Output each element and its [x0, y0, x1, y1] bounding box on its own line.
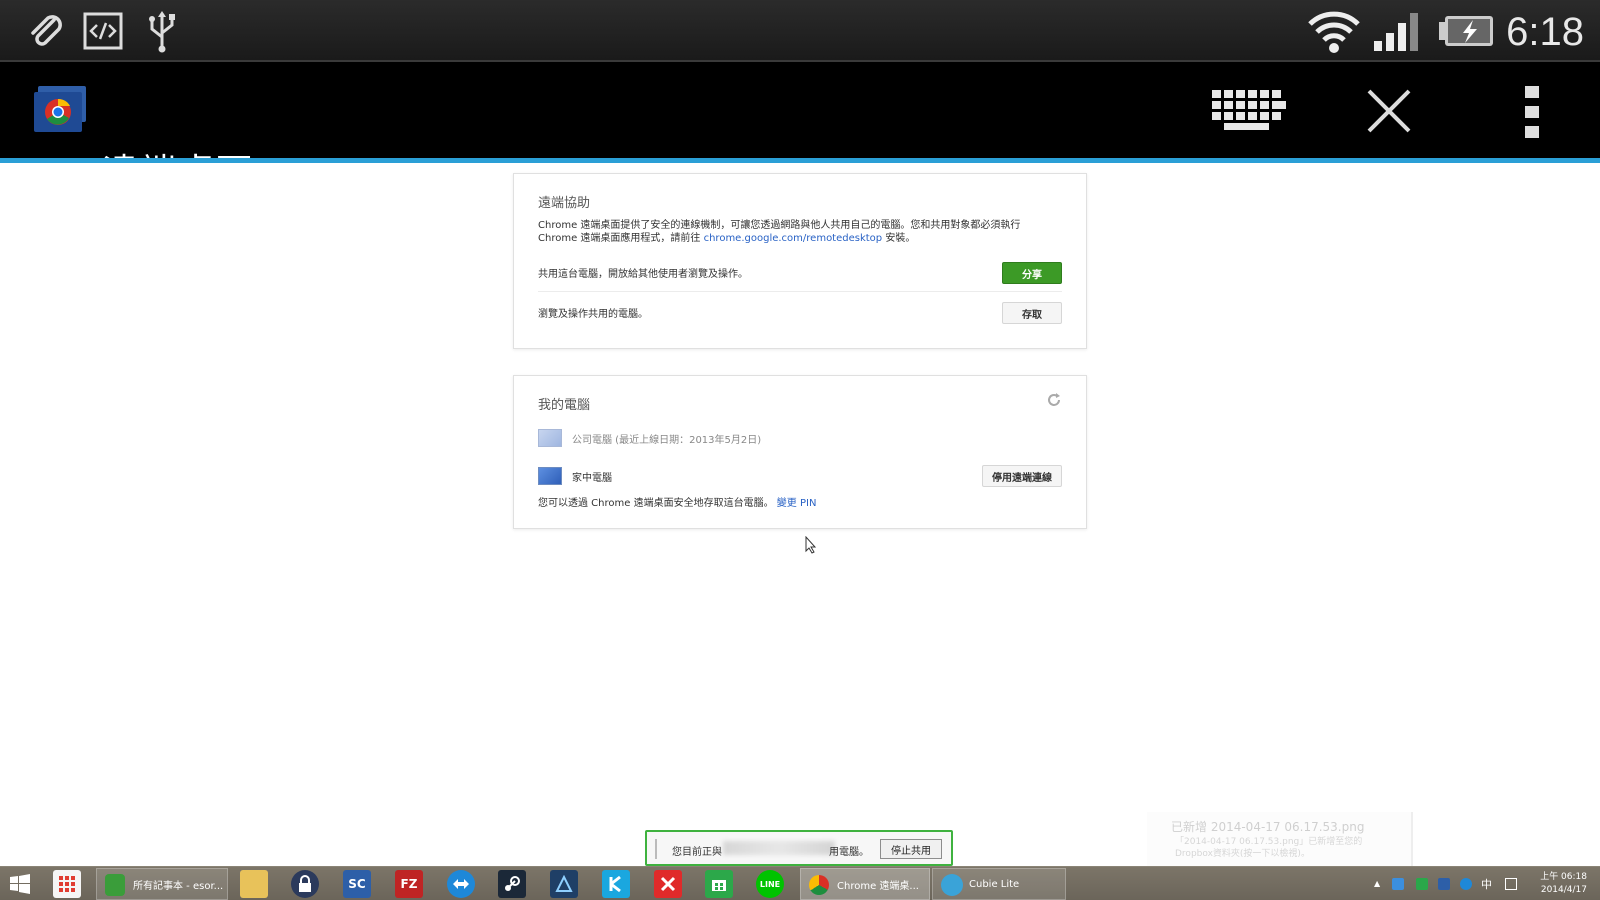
sc-icon[interactable]: SC — [343, 870, 371, 898]
keepass-icon[interactable] — [291, 870, 319, 898]
apps-grid-icon[interactable] — [53, 870, 81, 898]
computer-name-office[interactable]: 公司電腦 (最近上線日期：2013年5月2日) — [572, 434, 761, 447]
line-icon[interactable]: LINE — [756, 870, 784, 898]
code-icon — [82, 8, 124, 54]
overflow-menu-icon[interactable] — [1524, 86, 1540, 138]
chrome-icon — [809, 875, 829, 895]
keyboard-tray-icon[interactable] — [1505, 878, 1517, 890]
description-line-2-suffix: 安裝。 — [882, 233, 916, 244]
filezilla-icon[interactable]: FZ — [395, 870, 423, 898]
share-button[interactable]: 分享 — [1002, 262, 1062, 284]
online-computer-icon — [538, 467, 562, 485]
tray-date: 2014/4/17 — [1540, 885, 1587, 895]
drag-handle[interactable] — [655, 839, 657, 859]
remote-assistance-card: 遠端協助 Chrome 遠端桌面提供了安全的連線機制，可讓您透過網路與他人共用自… — [513, 173, 1087, 349]
dropbox-notification-toast: 已新增 2014-04-17 06.17.53.png 「2014-04-17 … — [1147, 812, 1413, 866]
steam-icon[interactable] — [498, 870, 526, 898]
cubie-icon — [941, 874, 963, 896]
description-line-2: Chrome 遠端桌面應用程式，請前往 — [538, 233, 704, 244]
my-computers-title: 我的電腦 — [538, 398, 591, 413]
access-description: 瀏覽及操作共用的電腦。 — [538, 309, 648, 320]
teamviewer-tray-icon[interactable] — [1460, 878, 1472, 890]
disable-remote-connection-button[interactable]: 停用遠端連線 — [982, 465, 1062, 487]
task-label: Cubie Lite — [969, 878, 1020, 890]
network-tray-icon[interactable] — [1416, 878, 1428, 890]
xmind-icon[interactable] — [654, 870, 682, 898]
tray-time: 上午 06:18 — [1540, 872, 1587, 882]
taskbar-task-cubie[interactable]: Cubie Lite — [932, 868, 1066, 900]
remote-assistance-title: 遠端協助 — [538, 196, 591, 211]
wifi-icon — [1306, 8, 1362, 54]
paperclip-icon — [22, 8, 68, 54]
usb-icon — [142, 8, 182, 54]
evernote-icon — [105, 874, 125, 896]
offline-computer-icon — [538, 429, 562, 447]
mouse-cursor-icon — [805, 535, 817, 554]
file-explorer-icon[interactable] — [240, 870, 268, 898]
description-line-1: Chrome 遠端桌面提供了安全的連線機制，可讓您透過網路與他人共用自己的電腦。… — [538, 220, 1021, 231]
status-clock: 6:18 — [1506, 10, 1584, 54]
app-icon[interactable] — [550, 870, 578, 898]
store-icon[interactable] — [705, 870, 733, 898]
windows-taskbar: 所有記事本 - esor... SC FZ LINE Chrome 遠端桌...… — [0, 866, 1600, 900]
chrome-remote-desktop-app-icon[interactable] — [32, 82, 90, 138]
my-computers-card: 我的電腦 公司電腦 (最近上線日期：2013年5月2日) 家中電腦 停用遠端連線… — [513, 375, 1087, 529]
keyboard-icon[interactable] — [1210, 88, 1290, 132]
teamviewer-icon[interactable] — [447, 870, 475, 898]
page-title: 遠端桌面 — [102, 152, 255, 193]
computer-name-home[interactable]: 家中電腦 — [572, 472, 612, 485]
ime-indicator[interactable]: 中 — [1481, 876, 1492, 892]
android-status-bar: 6:18 — [0, 0, 1600, 62]
sharing-status-bar: 您目前正與 用電腦。 停止共用 — [645, 830, 953, 866]
dropbox-tray-icon[interactable] — [1392, 878, 1404, 890]
my-computers-footer: 您可以透過 Chrome 遠端桌面安全地存取這台電腦。 變更 PIN — [538, 497, 816, 510]
change-pin-link[interactable]: 變更 PIN — [777, 498, 817, 509]
remote-assistance-description: Chrome 遠端桌面提供了安全的連線機制，可讓您透過網路與他人共用自己的電腦。… — [538, 219, 1068, 245]
remotedesktop-link[interactable]: chrome.google.com/remotedesktop — [704, 233, 883, 244]
sc-tray-icon[interactable] — [1438, 878, 1450, 890]
toast-title: 已新增 2014-04-17 06.17.53.png — [1171, 820, 1365, 834]
access-button[interactable]: 存取 — [1002, 302, 1062, 324]
stop-sharing-button[interactable]: 停止共用 — [880, 839, 942, 859]
refresh-icon[interactable] — [1046, 392, 1062, 408]
redacted-email — [723, 841, 835, 855]
taskbar-task-evernote[interactable]: 所有記事本 - esor... — [96, 868, 228, 900]
task-label: Chrome 遠端桌... — [837, 880, 919, 892]
app-action-bar: 遠端桌面 — [0, 62, 1600, 193]
task-label: 所有記事本 - esor... — [133, 880, 224, 892]
sharing-status-suffix: 用電腦。 — [829, 847, 869, 858]
kodi-icon[interactable] — [602, 870, 630, 898]
tray-clock[interactable]: 上午 06:18 2014/4/17 — [1535, 871, 1587, 897]
windows-start-icon[interactable] — [6, 870, 34, 898]
tray-expand-icon[interactable]: ▲ — [1374, 879, 1380, 888]
signal-icon — [1372, 8, 1422, 54]
action-bar-accent-line — [0, 158, 1600, 163]
toast-body: 「2014-04-17 06.17.53.png」已新增至您的 Dropbox資… — [1175, 837, 1363, 859]
share-description: 共用這台電腦，開放給其他使用者瀏覽及操作。 — [538, 269, 748, 280]
battery-charging-icon — [1437, 8, 1495, 54]
taskbar-task-chrome-remote-desktop[interactable]: Chrome 遠端桌... — [800, 868, 930, 900]
divider — [538, 291, 1062, 292]
footer-text: 您可以透過 Chrome 遠端桌面安全地存取這台電腦。 — [538, 498, 774, 509]
sharing-status-text: 您目前正與 — [672, 847, 722, 858]
close-icon[interactable] — [1366, 88, 1412, 134]
